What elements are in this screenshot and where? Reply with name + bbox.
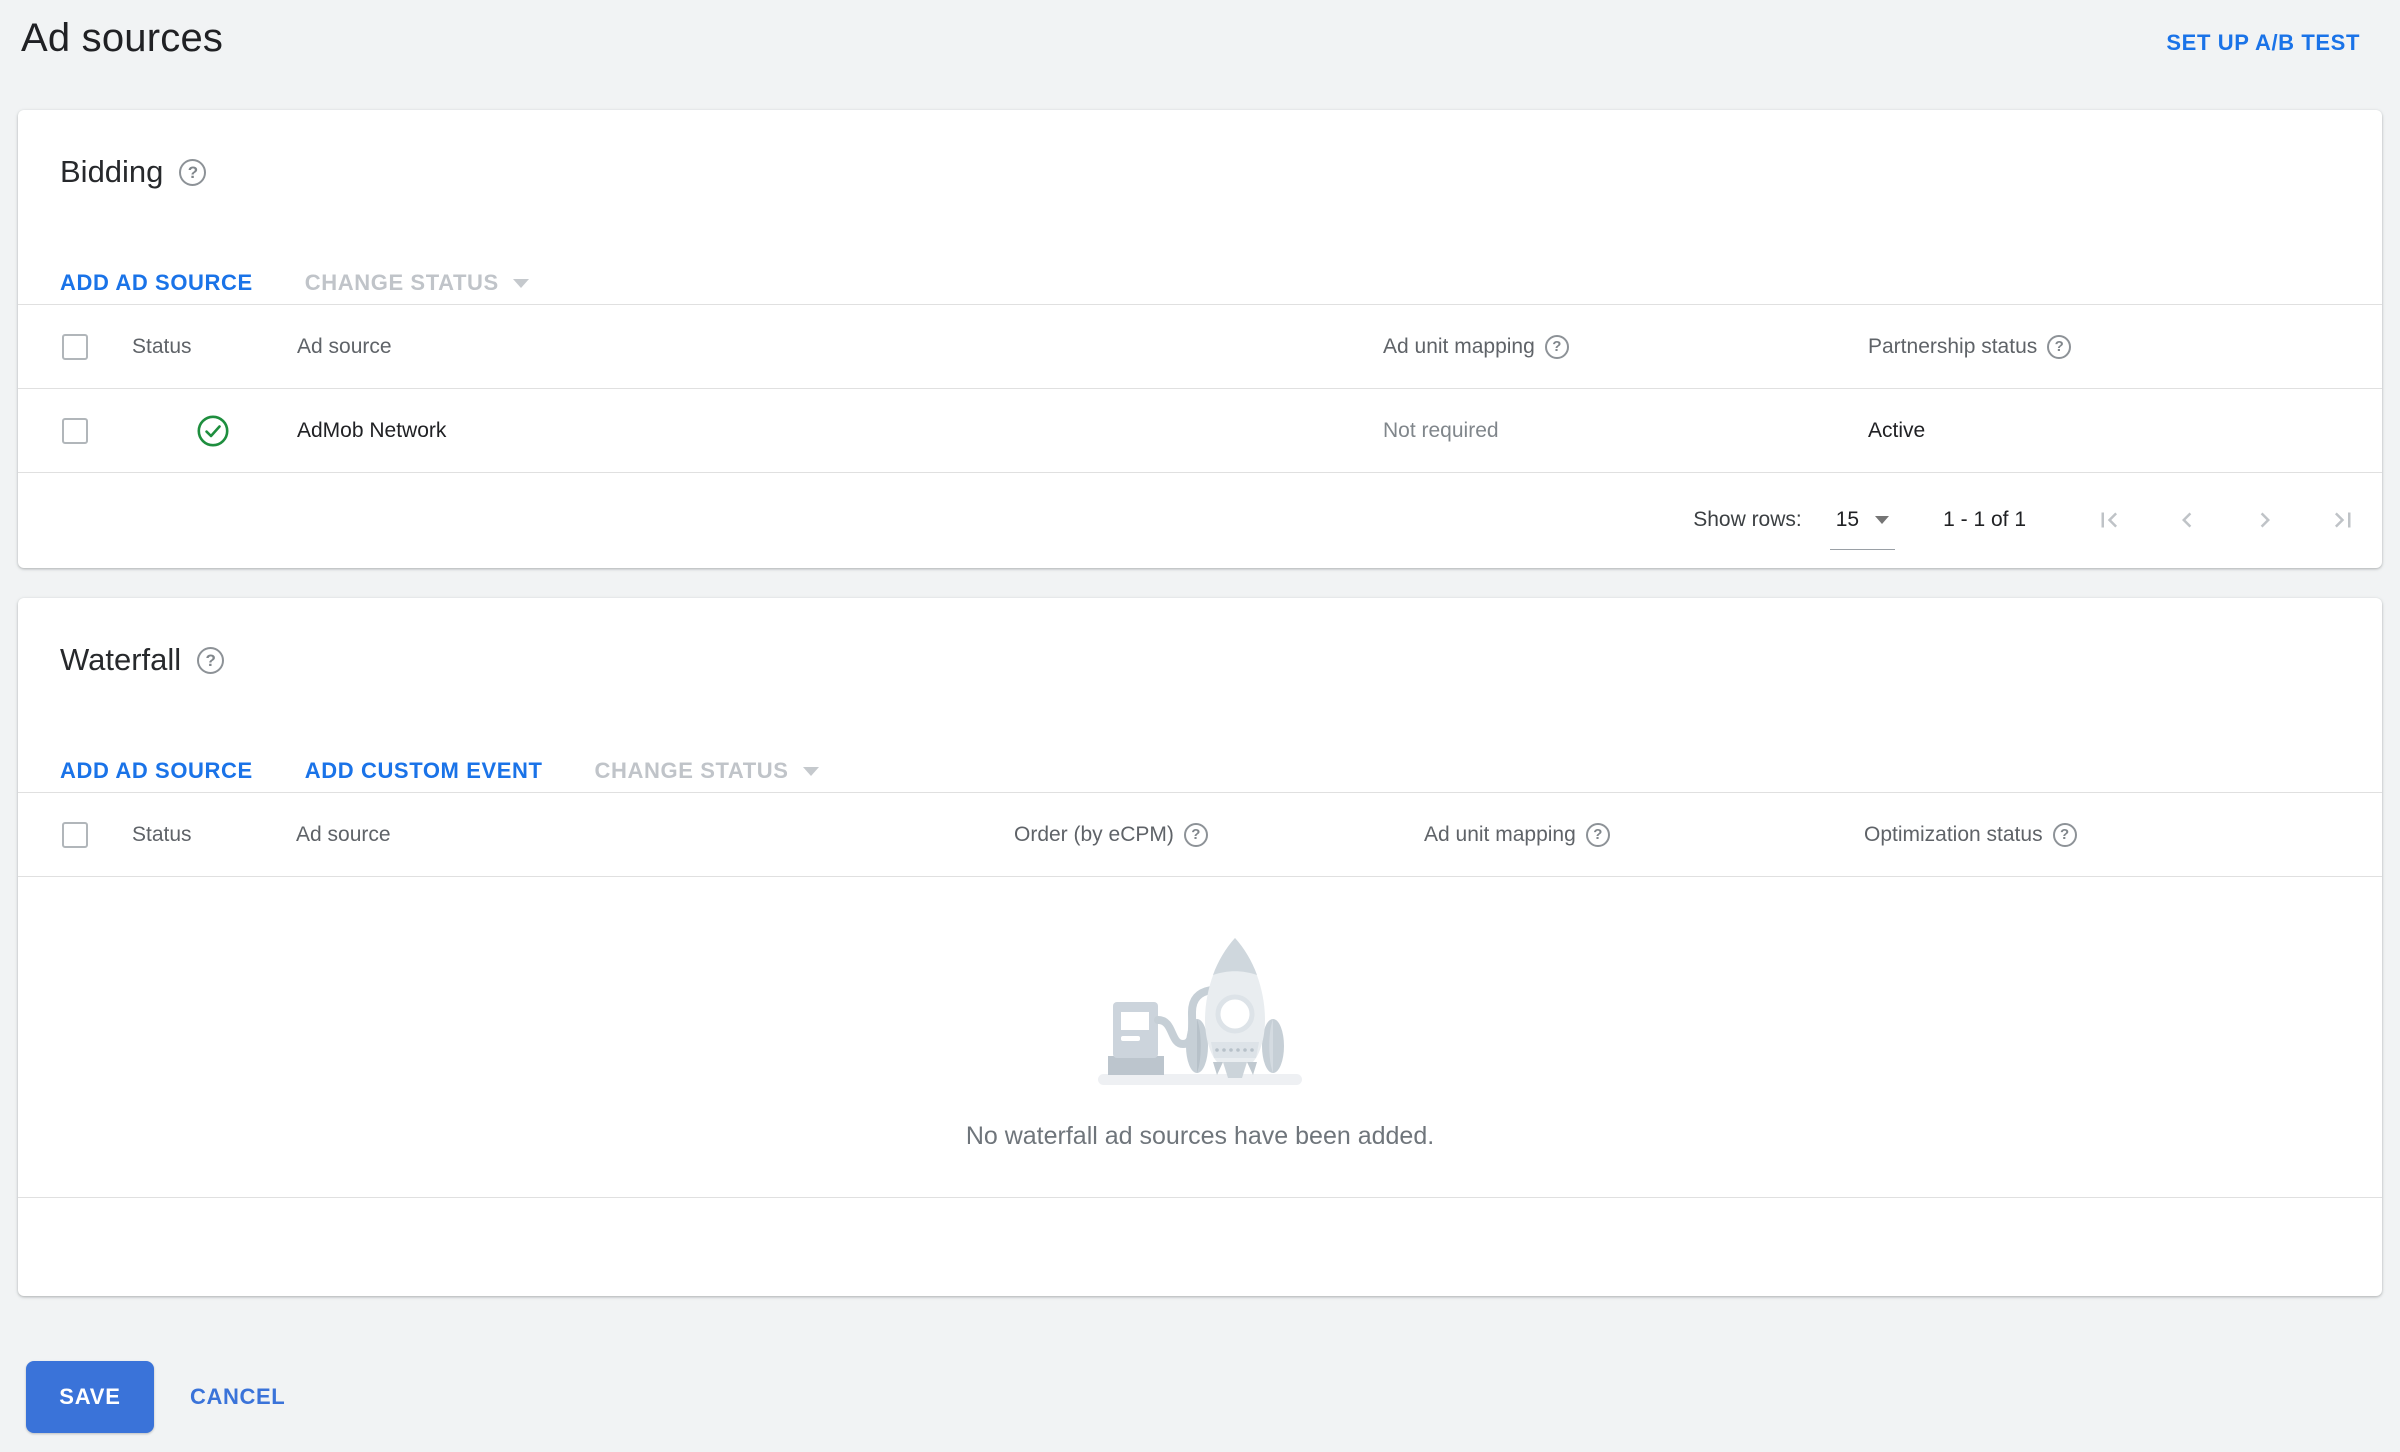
bidding-col-ad-source: Ad source (297, 334, 392, 358)
bidding-add-ad-source-button[interactable]: ADD AD SOURCE (60, 270, 253, 296)
waterfall-card: Waterfall ? ADD AD SOURCE ADD CUSTOM EVE… (18, 598, 2382, 1296)
waterfall-col-order: Order (by eCPM) ? (1014, 822, 1424, 847)
waterfall-col-status: Status (132, 822, 192, 846)
chevron-down-icon (802, 766, 819, 776)
waterfall-table-header: Status Ad source Order (by eCPM) ? Ad un… (18, 792, 2382, 877)
bidding-help-icon[interactable]: ? (179, 158, 207, 186)
waterfall-card-head: Waterfall ? ADD AD SOURCE ADD CUSTOM EVE… (18, 598, 2382, 792)
waterfall-change-status-button[interactable]: CHANGE STATUS (595, 758, 819, 784)
first-page-icon[interactable] (2094, 505, 2124, 535)
save-button[interactable]: SAVE (26, 1361, 154, 1433)
waterfall-col-optimization-status: Optimization status ? (1864, 822, 2382, 847)
show-rows-label: Show rows: (1693, 508, 1802, 531)
row-checkbox[interactable] (62, 417, 88, 444)
page-range-label: 1 - 1 of 1 (1943, 508, 2026, 531)
waterfall-col-ad-unit-mapping: Ad unit mapping ? (1424, 822, 1864, 847)
bidding-title: Bidding (60, 154, 164, 189)
optimization-status-help-icon[interactable]: ? (2052, 822, 2077, 847)
empty-state-message: No waterfall ad sources have been added. (965, 1121, 1435, 1150)
ad-source-name: AdMob Network (297, 418, 447, 442)
change-status-label: CHANGE STATUS (594, 758, 789, 783)
waterfall-empty-state: No waterfall ad sources have been added. (18, 877, 2382, 1197)
waterfall-add-ad-source-button[interactable]: ADD AD SOURCE (60, 758, 253, 784)
waterfall-col-ad-source: Ad source (296, 822, 391, 846)
rows-per-page-select[interactable]: 15 (1829, 508, 1896, 550)
waterfall-footer-strip (18, 1197, 2382, 1293)
bidding-card: Bidding ? ADD AD SOURCE CHANGE STATUS St… (18, 110, 2382, 568)
bidding-card-head: Bidding ? ADD AD SOURCE CHANGE STATUS (18, 110, 2382, 304)
bidding-table-row: AdMob Network Not required Active (18, 389, 2382, 473)
waterfall-title: Waterfall (60, 642, 182, 677)
ad-unit-mapping-help-icon[interactable]: ? (1585, 822, 1610, 847)
bidding-col-partnership-status: Partnership status ? (1868, 334, 2382, 359)
waterfall-help-icon[interactable]: ? (197, 646, 225, 674)
chevron-down-icon (1875, 516, 1890, 524)
active-status-icon (197, 415, 229, 446)
partnership-status-help-icon[interactable]: ? (2047, 334, 2072, 359)
bidding-select-all-checkbox[interactable] (62, 333, 88, 360)
page-header: Ad sources SET UP A/B TEST (0, 0, 2400, 110)
bidding-table-header: Status Ad source Ad unit mapping ? Partn… (18, 304, 2382, 389)
page-footer: SAVE CANCEL (26, 1361, 2400, 1433)
rocket-fuel-pump-illustration (1098, 937, 1302, 1085)
change-status-label: CHANGE STATUS (304, 270, 499, 295)
page-title: Ad sources (21, 16, 224, 60)
chevron-down-icon (512, 278, 529, 288)
ad-unit-mapping-value: Not required (1383, 418, 1499, 442)
previous-page-icon[interactable] (2172, 505, 2202, 535)
next-page-icon[interactable] (2250, 505, 2280, 535)
order-ecpm-help-icon[interactable]: ? (1183, 822, 1208, 847)
ad-sources-page: Ad sources SET UP A/B TEST Bidding ? ADD… (0, 0, 2400, 1452)
bidding-pagination: Show rows: 15 1 - 1 of 1 (18, 473, 2382, 567)
setup-ab-test-button[interactable]: SET UP A/B TEST (2166, 30, 2360, 56)
bidding-col-status: Status (132, 334, 192, 358)
ad-unit-mapping-help-icon[interactable]: ? (1544, 334, 1569, 359)
waterfall-add-custom-event-button[interactable]: ADD CUSTOM EVENT (305, 758, 543, 784)
rows-per-page-value: 15 (1835, 508, 1860, 531)
bidding-change-status-button[interactable]: CHANGE STATUS (305, 270, 529, 296)
cancel-button[interactable]: CANCEL (190, 1384, 285, 1410)
bidding-col-ad-unit-mapping: Ad unit mapping ? (1383, 334, 1868, 359)
partnership-status-value: Active (1868, 418, 1926, 442)
last-page-icon[interactable] (2328, 505, 2358, 535)
waterfall-select-all-checkbox[interactable] (62, 821, 88, 848)
pager-controls (2094, 505, 2358, 535)
